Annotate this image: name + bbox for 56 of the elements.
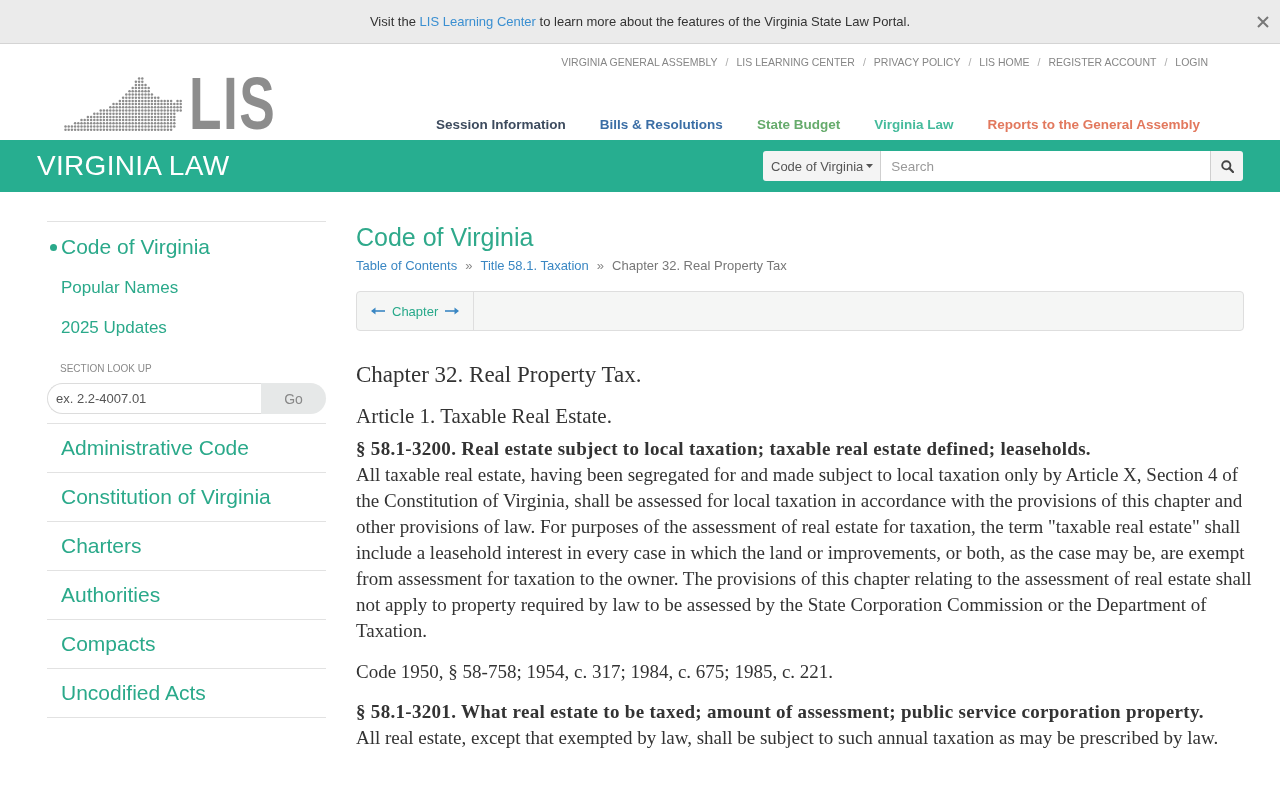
search-icon [1220,159,1234,173]
collection-link[interactable]: Constitution of Virginia [47,473,326,522]
breadcrumb-link[interactable]: Table of Contents [356,257,458,275]
banner-message: Visit the LIS Learning Center to learn more about the features of the Virginia State Law Portal. [369,14,911,29]
section-heading: § 58.1-3200. Real estate subject to local taxation; taxable real estate defined; leaseholds. [356,437,1092,461]
go-button[interactable]: Go [261,383,326,414]
page-title: Code of Virginia [356,222,535,252]
logo-text[interactable]: LIS [189,75,277,131]
section-title: VIRGINIA LAW [37,150,230,182]
top-link[interactable]: LOGIN [1175,55,1208,69]
section-history: Code 1950, § 58-758; 1954, c. 317; 1984, c. 675; 1985, c. 221. [356,660,835,684]
article-heading: Article 1. Taxable Real Estate. [356,403,613,430]
caret-icon [866,164,874,168]
sidebar-item[interactable]: Code of Virginia [47,226,326,268]
collection-link[interactable]: Compacts [47,620,326,669]
sidebar-item[interactable]: Popular Names [47,268,326,308]
collection-link[interactable]: Authorities [47,571,326,620]
nav-link[interactable]: Virginia Law [874,117,954,133]
top-link[interactable]: REGISTER ACCOUNT [1048,55,1157,69]
top-link[interactable]: VIRGINIA GENERAL ASSEMBLY [561,55,718,69]
bullet-icon [50,243,57,251]
arrow-right-icon[interactable] [445,307,460,315]
collection-link[interactable]: Administrative Code [47,424,326,473]
nav-link[interactable]: State Budget [756,117,841,133]
breadcrumb-separator: » [596,257,605,275]
dotted-map-icon[interactable] [64,77,182,131]
learning-center-link[interactable]: LIS Learning Center [419,14,536,29]
nav-link[interactable]: Bills & Resolutions [599,117,723,133]
section-heading: § 58.1-3201. What real estate to be taxed; amount of assessment; public service corporation property. [356,700,1205,724]
section-text: All real estate, except that exempted by law, shall be subject to such annual taxation as may be prescribed by law. [356,726,1220,750]
link-separator: / [1037,55,1041,69]
link-separator: / [725,55,729,69]
nav-link[interactable]: Reports to the General Assembly [987,117,1200,133]
top-link[interactable]: PRIVACY POLICY [873,55,961,69]
top-link[interactable]: LIS HOME [979,55,1030,69]
link-separator: / [1164,55,1168,69]
chapter-label: Chapter [392,303,439,319]
scope-dropdown[interactable]: Code of Virginia [763,151,882,181]
breadcrumb-separator: » [465,257,473,275]
collection-link[interactable]: Uncodified Acts [47,669,326,718]
link-separator: / [968,55,972,69]
collection-link[interactable]: Charters [47,522,326,571]
search-button[interactable] [1210,151,1243,181]
section-lookup-input[interactable]: ex. 2.2-4007.01 [47,383,261,414]
link-separator: / [862,55,866,69]
top-link[interactable]: LIS LEARNING CENTER [736,55,855,69]
nav-link[interactable]: Session Information [436,117,566,133]
arrow-left-icon[interactable] [371,307,385,315]
search-input[interactable]: Search [881,151,1210,181]
sidebar-item[interactable]: 2025 Updates [47,308,326,348]
breadcrumb-current: Chapter 32. Real Property Tax [612,257,787,275]
chapter-heading: Chapter 32. Real Property Tax. [356,361,643,389]
close-icon[interactable] [1257,15,1269,28]
section-text: All taxable real estate, having been segregated for and made subject to local taxation only by Article X, Section 4 of the Constitution of Virginia, shall be assessed for local taxation in accordance with the provisions of this chapter and other provisions of law. For purposes of the assessment of real estate for taxation, the term "taxable real estate" shall include a leasehold interest in every case in which the land or improvements, or both, as the case may be, are exempt from assessment for taxation to the owner. The provisions of this chapter relating to the assessment of real estate shall not apply to property required by law to be assessed by the State Corporation Commission or the Department of Taxation. [356,463,1253,643]
lookup-label: SECTION LOOK UP [60,362,153,376]
breadcrumb-link[interactable]: Title 58.1. Taxation [480,257,589,275]
